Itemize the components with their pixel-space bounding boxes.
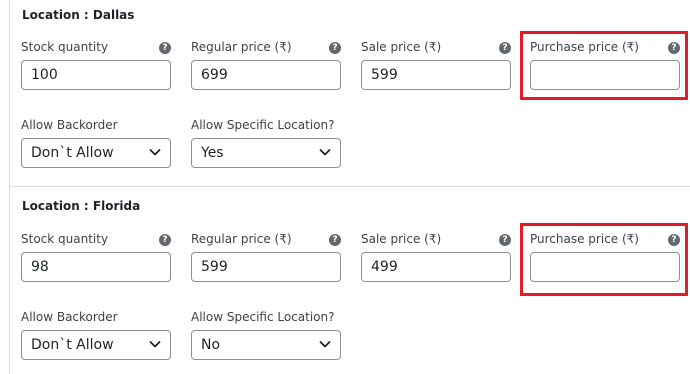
regular-price-label: Regular price (₹) (191, 40, 292, 54)
chevron-down-icon (149, 148, 161, 156)
regular-price-label: Regular price (₹) (191, 232, 292, 246)
help-icon[interactable]: ? (329, 234, 341, 246)
allow-specific-location-value: Yes (201, 145, 224, 161)
chevron-down-icon (149, 340, 161, 348)
help-icon[interactable]: ? (159, 234, 171, 246)
location-title: Location : Dallas (22, 8, 135, 22)
help-icon[interactable]: ? (499, 42, 511, 54)
help-icon[interactable]: ? (329, 42, 341, 54)
regular-price-input[interactable] (191, 252, 341, 282)
help-icon[interactable]: ? (668, 42, 680, 54)
stock-quantity-label: Stock quantity (21, 40, 109, 54)
allow-specific-location-select[interactable]: Yes (191, 138, 341, 168)
allow-backorder-select[interactable]: Don`t Allow (21, 138, 171, 168)
regular-price-input[interactable] (191, 60, 341, 90)
allow-backorder-label: Allow Backorder (21, 310, 118, 324)
allow-specific-location-label: Allow Specific Location? (191, 310, 335, 324)
sale-price-label: Sale price (₹) (361, 40, 442, 54)
allow-specific-location-select[interactable]: No (191, 330, 341, 360)
allow-backorder-value: Don`t Allow (31, 337, 114, 353)
stock-quantity-input[interactable] (21, 60, 171, 90)
location-section-florida: Location : Florida Stock quantity ? Regu… (10, 187, 690, 373)
allow-backorder-select[interactable]: Don`t Allow (21, 330, 171, 360)
location-title: Location : Florida (22, 199, 141, 213)
allow-backorder-label: Allow Backorder (21, 118, 118, 132)
sale-price-label: Sale price (₹) (361, 232, 442, 246)
purchase-price-input[interactable] (530, 252, 680, 282)
purchase-price-label: Purchase price (₹) (530, 40, 639, 54)
help-icon[interactable]: ? (499, 234, 511, 246)
help-icon[interactable]: ? (159, 42, 171, 54)
chevron-down-icon (319, 148, 331, 156)
stock-quantity-label: Stock quantity (21, 232, 109, 246)
chevron-down-icon (319, 340, 331, 348)
help-icon[interactable]: ? (668, 234, 680, 246)
allow-backorder-value: Don`t Allow (31, 145, 114, 161)
stock-quantity-input[interactable] (21, 252, 171, 282)
purchase-price-label: Purchase price (₹) (530, 232, 639, 246)
allow-specific-location-label: Allow Specific Location? (191, 118, 335, 132)
sale-price-input[interactable] (361, 252, 511, 282)
purchase-price-input[interactable] (530, 60, 680, 90)
allow-specific-location-value: No (201, 337, 221, 353)
sale-price-input[interactable] (361, 60, 511, 90)
location-section-dallas: Location : Dallas Stock quantity ? Regul… (10, 0, 690, 186)
